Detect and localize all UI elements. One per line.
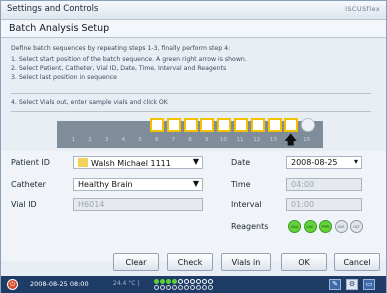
vial-id-value: H6014 [78,200,105,209]
interval-value: 01:00 [291,200,315,209]
catheter-label: Catheter [11,180,46,189]
dialog-window: Settings and Controls ISCUSflex Batch An… [0,0,387,293]
reagent-toggle-pyr[interactable]: PYR [319,220,332,233]
start-position-arrow-icon: 🡅 [284,133,298,148]
tray-overview-icon-row-2 [154,285,214,290]
date-value: 2008-08-25 [291,158,338,167]
tray-position: 3 [104,137,109,143]
vial-slot[interactable] [217,118,232,132]
tray-position: 2 [88,137,92,143]
instruction-step-1: 1. Select start position of the batch se… [11,56,247,63]
vial-slot[interactable] [183,118,198,132]
instructions-intro: Define batch sequences by repeating step… [11,45,231,52]
vial-slot[interactable] [233,118,248,132]
time-field[interactable]: 04:00 [286,178,362,191]
instruction-step-2: 2. Select Patient, Catheter, Vial ID, Da… [11,65,227,72]
title-bar: Settings and Controls ISCUSflex [1,1,386,20]
vial-slot[interactable] [200,118,215,132]
interval-field[interactable]: 01:00 [286,198,362,211]
tray-overview-icon [154,279,214,284]
reagent-toggles: GLU LAC PYR GLY GLT [288,220,366,233]
check-button[interactable]: Check [167,253,213,271]
tray-position: 15 [303,137,311,143]
divider [11,93,371,94]
vial-slot[interactable] [284,118,299,132]
instructions-final: 4. Select Vials out, enter sample vials … [11,98,377,107]
tray-position: 6 [154,137,159,143]
tray-position: 13 [269,137,277,143]
vials-in-button[interactable]: Vials in [221,253,271,271]
tray-position: 10 [219,137,227,143]
instruction-step-3: 3. Select last position in sequence [11,74,117,81]
edit-icon[interactable]: ✎ [329,279,341,290]
reagent-toggle-glu[interactable]: GLU [288,220,301,233]
vial-slot[interactable] [150,118,164,132]
tray-position: 11 [236,137,244,143]
vial-slot[interactable] [166,118,181,132]
clear-button[interactable]: Clear [113,253,159,271]
tray-position: 12 [253,137,261,143]
power-icon[interactable]: ⏻ [7,279,18,290]
page-title: Batch Analysis Setup [9,23,110,34]
vial-id-field[interactable]: H6014 [73,198,203,211]
date-label: Date [231,158,251,167]
vial-slot-empty[interactable] [301,118,316,132]
selected-vials [150,118,318,132]
chevron-down-icon: ▼ [192,179,199,188]
tray-position: 1 [71,137,76,143]
time-label: Time [231,180,251,189]
reagents-label: Reagents [231,222,269,231]
status-datetime: 2008-08-25 08:00 [30,280,89,288]
chevron-down-icon: ▾ [353,157,358,166]
status-temperature: 24.4 °C | [113,280,140,287]
divider [11,111,371,112]
catheter-value: Healthy Brain [78,180,133,189]
vial-slot[interactable] [250,118,265,132]
ok-button[interactable]: OK [281,253,327,271]
window-title: Settings and Controls [7,4,99,14]
patient-id-select[interactable]: Walsh Michael 1111 ▼ [73,156,203,169]
patient-id-value: Walsh Michael 1111 [91,159,171,168]
section-header: Batch Analysis Setup [1,20,386,38]
chevron-down-icon: ▼ [192,157,199,166]
time-value: 04:00 [291,180,315,189]
status-bar: ⏻ 2008-08-25 08:00 24.4 °C | ✎ ⚙ ▭ [1,276,386,293]
instruction-step-4: 4. Select Vials out, enter sample vials … [11,99,168,106]
cancel-button[interactable]: Cancel [334,253,380,271]
reagent-toggle-glt[interactable]: GLT [350,220,363,233]
tray-position: 7 [171,137,176,143]
brand-logo: ISCUSflex [345,5,380,13]
catheter-select[interactable]: Healthy Brain ▼ [73,178,203,191]
instructions-panel: Define batch sequences by repeating step… [11,44,377,82]
tray-position: 5 [138,137,142,143]
patient-color-swatch [78,158,88,167]
interval-label: Interval [231,200,262,209]
patient-id-label: Patient ID [11,158,50,167]
window-icon[interactable]: ▭ [363,279,375,290]
reagent-toggle-lac[interactable]: LAC [303,220,317,233]
tray-position: 8 [188,137,192,143]
date-select[interactable]: 2008-08-25 ▾ [286,156,362,169]
vial-id-label: Vial ID [11,200,37,209]
gear-icon[interactable]: ⚙ [346,279,358,290]
vial-slot[interactable] [267,118,282,132]
tray-position: 9 [204,137,209,143]
tray-position-numbers: 1 2 3 4 5 6 7 8 9 10 11 12 13 14 15 [65,137,315,143]
tray-position: 4 [121,137,126,143]
reagent-toggle-gly[interactable]: GLY [334,220,348,233]
